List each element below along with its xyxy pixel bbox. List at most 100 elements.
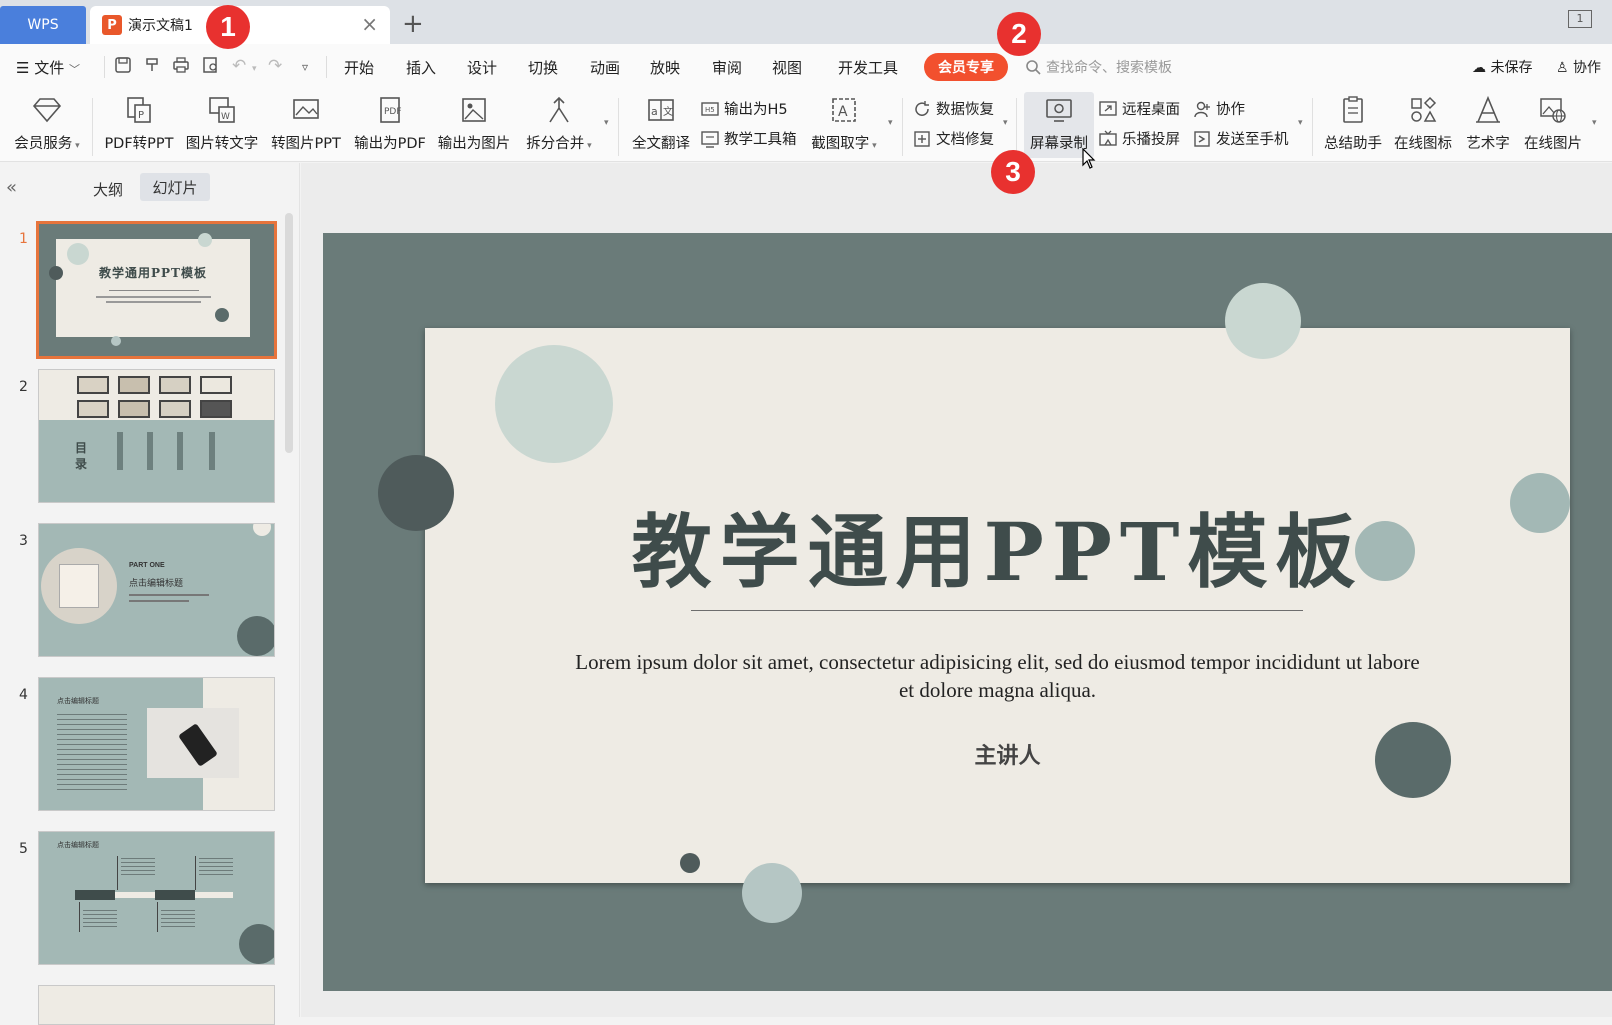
summary-assistant-label: 总结助手: [1324, 136, 1382, 152]
decor-circle: [378, 455, 454, 531]
thumb-photo: [118, 376, 150, 394]
data-recovery-label: 数据恢复: [936, 102, 994, 118]
split-merge-button[interactable]: 拆分合并 ▾: [522, 92, 596, 158]
image-to-text-button[interactable]: W 图片转文字: [184, 92, 260, 158]
menu-slideshow[interactable]: 放映: [650, 57, 680, 78]
thumb-timeline-step: [75, 890, 115, 900]
menu-insert[interactable]: 插入: [406, 57, 436, 78]
format-painter-icon[interactable]: [144, 56, 162, 79]
split-merge-icon: [543, 94, 575, 126]
pdf-to-ppt-button[interactable]: P PDF转PPT: [102, 92, 176, 158]
image-to-text-label: 图片转文字: [185, 136, 259, 152]
svg-text:P: P: [138, 110, 144, 121]
data-recovery-button[interactable]: 数据恢复: [912, 98, 994, 119]
redo-icon[interactable]: ↷: [268, 56, 282, 76]
export-h5-button[interactable]: H5 输出为H5: [700, 98, 788, 119]
print-preview-icon[interactable]: [202, 56, 220, 79]
doc-repair-button[interactable]: 文档修复: [912, 128, 994, 149]
remote-desktop-button[interactable]: 远程桌面: [1098, 98, 1180, 119]
ribbon-group-expand-icon[interactable]: ▾: [1298, 118, 1303, 128]
slide-thumbnail-1[interactable]: 教学通用PPT模板: [36, 221, 277, 359]
menu-review[interactable]: 审阅: [712, 57, 742, 78]
translate-icon: a文: [645, 94, 677, 126]
export-image-icon: [458, 94, 490, 126]
window-layout-icon[interactable]: 1: [1568, 10, 1592, 28]
print-icon[interactable]: [172, 56, 190, 79]
word-art-button[interactable]: 艺术字: [1460, 92, 1516, 158]
menu-home[interactable]: 开始: [344, 57, 374, 78]
screenshot-ocr-button[interactable]: A 截图取字 ▾: [808, 92, 880, 158]
pdf-to-ppt-icon: P: [123, 94, 155, 126]
presentation-file-icon: P: [102, 15, 122, 35]
menu-bar: ☰ 文件 ﹀ ↶ ▾ ↷ ▿ 开始 插入 设计 切换 动画 放映 审阅 视图 开…: [0, 44, 1612, 90]
thumb-paragraph: [199, 858, 233, 878]
summary-assistant-button[interactable]: 总结助手: [1320, 92, 1386, 158]
command-search[interactable]: 查找命令、搜索模板: [1025, 57, 1172, 77]
clipboard-icon: [1337, 94, 1369, 126]
member-exclusive-button[interactable]: 会员专享: [924, 53, 1008, 81]
online-icons-button[interactable]: 在线图标: [1390, 92, 1456, 158]
remote-desktop-icon: [1098, 99, 1118, 119]
file-menu[interactable]: ☰ 文件 ﹀: [16, 57, 80, 78]
thumb-divider: [109, 290, 199, 291]
image-ppt-button[interactable]: 转图片PPT: [268, 92, 344, 158]
mouse-cursor-icon: [1082, 148, 1096, 169]
undo-dropdown-icon[interactable]: ▾: [252, 64, 257, 74]
new-tab-plus-icon[interactable]: +: [402, 10, 424, 38]
unsaved-status[interactable]: ☁ 未保存: [1472, 57, 1532, 77]
cloud-icon: ☁: [1472, 60, 1486, 76]
slide-number: 4: [19, 687, 28, 703]
export-pdf-button[interactable]: PDF 输出为PDF: [352, 92, 428, 158]
collapse-panel-icon[interactable]: «: [6, 177, 17, 198]
presenter-label[interactable]: 主讲人: [425, 738, 1570, 770]
teaching-toolbox-button[interactable]: 教学工具箱: [700, 128, 797, 149]
slide-body-text[interactable]: Lorem ipsum dolor sit amet, consectetur …: [575, 648, 1420, 704]
pdf-to-ppt-label: PDF转PPT: [104, 136, 174, 152]
thumb-photo: [77, 376, 109, 394]
svg-text:a: a: [651, 105, 658, 118]
save-icon[interactable]: [114, 56, 132, 79]
screen-record-label: 屏幕录制: [1030, 136, 1088, 152]
customize-toolbar-icon[interactable]: ▿: [302, 60, 308, 74]
menu-transition[interactable]: 切换: [528, 57, 558, 78]
ribbon-more-icon[interactable]: ▾: [1592, 118, 1597, 128]
slide-thumbnail-3[interactable]: PART ONE 点击编辑标题: [38, 523, 275, 657]
slide-title[interactable]: 教学通用PPT模板: [425, 488, 1570, 604]
ribbon-group-expand-icon[interactable]: ▾: [1003, 118, 1008, 128]
close-tab-icon[interactable]: ×: [361, 14, 378, 34]
svg-text:H5: H5: [705, 106, 715, 114]
ribbon-group-expand-icon[interactable]: ▾: [888, 118, 893, 128]
slide-thumbnail-2[interactable]: 目录: [38, 369, 275, 503]
menu-view[interactable]: 视图: [772, 57, 802, 78]
tab-outline[interactable]: 大纲: [93, 179, 123, 200]
collaborate-button[interactable]: 协作: [1192, 98, 1245, 119]
menu-developer[interactable]: 开发工具: [838, 57, 898, 78]
repair-icon: [912, 129, 932, 149]
menu-animation[interactable]: 动画: [590, 57, 620, 78]
slide-thumbnail-5[interactable]: 点击编辑标题: [38, 831, 275, 965]
screen-cast-button[interactable]: 乐播投屏: [1098, 128, 1180, 149]
member-service-button[interactable]: 会员服务 ▾: [10, 92, 84, 158]
decor-circle: [1545, 438, 1565, 458]
collab-top-button[interactable]: ♙ 协作: [1556, 57, 1601, 77]
online-images-button[interactable]: 在线图片: [1520, 92, 1586, 158]
svg-text:A: A: [838, 104, 848, 120]
ocr-icon: A: [828, 94, 860, 126]
user-icon: ♙: [1556, 60, 1569, 76]
export-image-button[interactable]: 输出为图片: [436, 92, 512, 158]
menu-design[interactable]: 设计: [467, 57, 497, 78]
ribbon-group-expand-icon[interactable]: ▾: [604, 118, 609, 128]
undo-icon[interactable]: ↶: [232, 56, 246, 76]
panel-scrollbar[interactable]: [285, 213, 293, 453]
word-art-icon: [1472, 94, 1504, 126]
slide-thumbnail-6[interactable]: [38, 985, 275, 1025]
send-to-phone-label: 发送至手机: [1216, 132, 1289, 148]
wps-home-tab[interactable]: WPS: [0, 6, 86, 44]
current-slide[interactable]: 教学通用PPT模板 Lorem ipsum dolor sit amet, co…: [323, 233, 1612, 991]
online-icons-label: 在线图标: [1394, 136, 1452, 152]
send-to-phone-button[interactable]: 发送至手机: [1192, 128, 1289, 149]
full-translate-button[interactable]: a文 全文翻译: [628, 92, 694, 158]
word-art-label: 艺术字: [1466, 136, 1510, 152]
slide-thumbnail-4[interactable]: 点击编辑标题: [38, 677, 275, 811]
tab-slides[interactable]: 幻灯片: [140, 173, 210, 201]
